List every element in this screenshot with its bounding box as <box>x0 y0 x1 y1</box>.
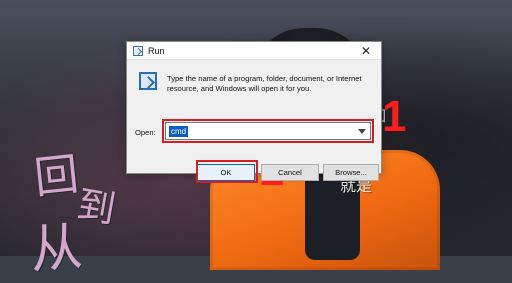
wallpaper-calligraphy-1: 回 <box>31 148 82 205</box>
dialog-content: Type the name of a program, folder, docu… <box>127 60 381 183</box>
close-icon: ✕ <box>360 43 372 58</box>
dialog-title-group: Run <box>133 45 165 56</box>
run-app-icon <box>139 72 157 90</box>
run-dialog: Run ✕ Type the name of a program, folder… <box>126 41 382 183</box>
dialog-titlebar: Run ✕ <box>127 42 381 60</box>
browse-button[interactable]: Browse... <box>323 164 379 181</box>
open-combobox[interactable]: cmd <box>165 122 371 140</box>
ok-button[interactable]: OK <box>197 164 255 181</box>
dialog-description: Type the name of a program, folder, docu… <box>167 74 362 93</box>
open-label: Open: <box>135 128 156 137</box>
annotation-step-1: 1 <box>382 92 407 141</box>
run-icon <box>133 45 143 56</box>
cancel-button[interactable]: Cancel <box>261 164 319 181</box>
wallpaper-calligraphy-3: 从 <box>28 217 85 281</box>
dialog-title: Run <box>148 45 165 56</box>
chevron-down-icon[interactable] <box>358 128 366 134</box>
close-button[interactable]: ✕ <box>357 42 375 60</box>
open-input[interactable]: cmd <box>169 125 189 137</box>
